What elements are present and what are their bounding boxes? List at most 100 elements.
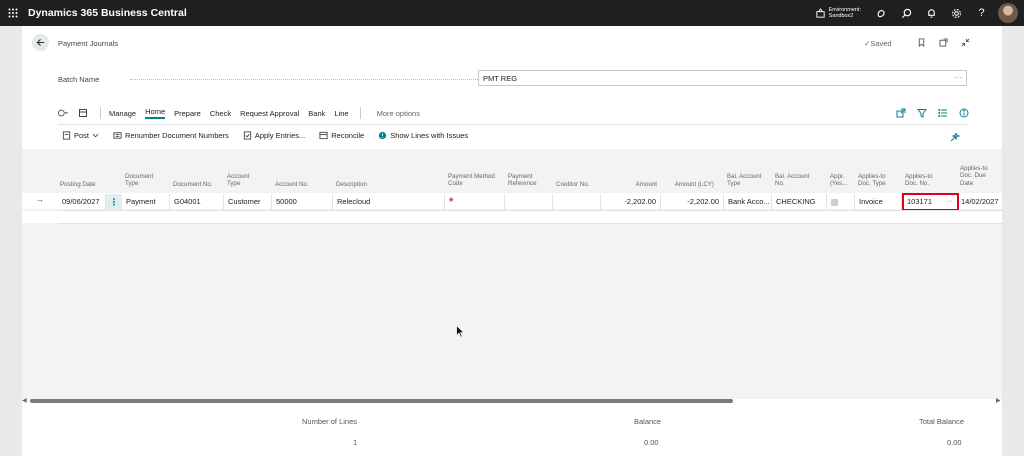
cell-applies-to-doc-type[interactable]: Invoice bbox=[855, 194, 902, 210]
tab-bank[interactable]: Bank bbox=[308, 109, 325, 118]
tab-prepare[interactable]: Prepare bbox=[174, 109, 201, 118]
cell-amount-lcy[interactable]: -2,202.00 bbox=[661, 194, 724, 210]
balance-value: 0.00 bbox=[644, 438, 659, 447]
total-balance-value: 0.00 bbox=[947, 438, 962, 447]
renumber-document-numbers-button[interactable]: Renumber Document Numbers bbox=[113, 131, 229, 140]
app-bar: Dynamics 365 Business Central Environmen… bbox=[0, 0, 1024, 26]
col-applies-to-due-date[interactable]: Applies-to Doc. Due Date bbox=[960, 165, 988, 187]
batch-name-field[interactable]: PMT REG ··· bbox=[478, 70, 967, 86]
col-approved[interactable]: Appr. (Yes... bbox=[830, 173, 847, 188]
col-applies-to-doc-no[interactable]: Applies-to Doc. No. bbox=[905, 173, 933, 188]
col-posting-date[interactable]: Posting Date bbox=[60, 181, 95, 188]
col-bal-account-type[interactable]: Bal. Account Type bbox=[727, 173, 761, 188]
cell-approved[interactable] bbox=[827, 194, 855, 210]
balance-label: Balance bbox=[634, 417, 662, 426]
tab-request-approval[interactable]: Request Approval bbox=[240, 109, 299, 118]
help-icon[interactable]: ? bbox=[969, 0, 994, 26]
approved-checkbox[interactable] bbox=[831, 198, 838, 206]
more-options-button[interactable]: More options bbox=[377, 109, 420, 118]
tab-manage[interactable]: Manage bbox=[109, 109, 136, 118]
environment-icon bbox=[815, 7, 825, 18]
cell-account-no[interactable]: 50000 bbox=[272, 194, 333, 210]
gear-icon[interactable] bbox=[944, 0, 969, 26]
col-document-type[interactable]: Document Type bbox=[125, 173, 153, 188]
search-icon[interactable] bbox=[894, 0, 919, 26]
number-of-lines-value: 1 bbox=[353, 438, 358, 447]
col-amount-lcy[interactable]: Amount (LCY) bbox=[668, 181, 714, 188]
tab-line[interactable]: Line bbox=[334, 109, 348, 118]
cell-account-type[interactable]: Customer bbox=[224, 194, 272, 210]
col-creditor-no[interactable]: Creditor No. bbox=[556, 181, 589, 188]
app-launcher-icon[interactable] bbox=[0, 0, 26, 26]
open-new-window-icon[interactable] bbox=[932, 35, 954, 49]
post-icon bbox=[62, 130, 71, 140]
action-divider bbox=[58, 124, 968, 125]
list-view-icon[interactable] bbox=[932, 106, 953, 120]
share-icon[interactable] bbox=[890, 106, 911, 120]
reconcile-icon bbox=[319, 131, 328, 139]
tab-check[interactable]: Check bbox=[210, 109, 231, 118]
cell-payment-method-code[interactable]: * bbox=[445, 194, 505, 210]
page-title: Payment Journals bbox=[58, 39, 119, 48]
info-icon[interactable] bbox=[953, 106, 974, 120]
col-bal-account-no[interactable]: Bal. Account No. bbox=[775, 173, 809, 188]
col-document-no[interactable]: Document No. bbox=[173, 181, 213, 188]
personalize-icon[interactable] bbox=[950, 129, 961, 147]
apply-entries-icon bbox=[243, 130, 251, 140]
filter-icon[interactable] bbox=[911, 106, 932, 120]
col-payment-reference[interactable]: Payment Reference bbox=[508, 173, 537, 188]
environment-indicator[interactable]: Environment: Sandbox2 bbox=[815, 7, 861, 20]
lookup-ellipsis-icon[interactable]: ··· bbox=[954, 73, 962, 82]
cell-description[interactable]: Relecloud bbox=[333, 194, 445, 210]
saved-status: ✓Saved bbox=[864, 39, 892, 48]
cell-bal-account-type[interactable]: Bank Acco... bbox=[724, 194, 772, 210]
total-balance-label: Total Balance bbox=[919, 417, 965, 426]
edit-list-icon[interactable] bbox=[78, 108, 88, 118]
post-label: Post bbox=[74, 130, 90, 140]
cell-creditor-no[interactable] bbox=[553, 194, 601, 210]
col-description[interactable]: Description bbox=[336, 181, 367, 188]
col-amount[interactable]: Amount bbox=[614, 181, 657, 188]
action-separator bbox=[100, 107, 101, 119]
col-account-type[interactable]: Account Type bbox=[227, 173, 249, 188]
renumber-label: Renumber Document Numbers bbox=[125, 130, 229, 140]
cell-posting-date[interactable]: 09/06/2027 bbox=[58, 194, 106, 210]
copilot-suggest-icon[interactable] bbox=[58, 108, 68, 118]
show-lines-with-issues-button[interactable]: Show Lines with Issues bbox=[378, 131, 468, 140]
scroll-left-icon[interactable]: ◀ bbox=[22, 397, 27, 404]
action-separator bbox=[359, 107, 361, 119]
cell-payment-reference[interactable] bbox=[505, 194, 553, 210]
environment-name: Sandbox2 bbox=[828, 13, 854, 19]
post-button[interactable]: Post bbox=[62, 131, 99, 140]
bell-icon[interactable] bbox=[919, 0, 944, 26]
applies-to-doc-no-input[interactable]: 103171 ··· bbox=[902, 193, 959, 211]
bookmark-icon[interactable] bbox=[910, 35, 932, 49]
cell-document-type[interactable]: Payment bbox=[122, 194, 170, 210]
apply-entries-button[interactable]: Apply Entries... bbox=[243, 131, 305, 140]
avatar[interactable] bbox=[998, 3, 1018, 23]
back-button[interactable] bbox=[32, 34, 49, 51]
chevron-down-icon[interactable] bbox=[92, 132, 99, 139]
scrollbar-thumb[interactable] bbox=[30, 399, 733, 403]
row-menu-icon[interactable]: ⋮ bbox=[106, 194, 122, 210]
collapse-icon[interactable] bbox=[954, 35, 976, 49]
col-payment-method-code[interactable]: Payment Method Code bbox=[448, 173, 495, 188]
reconcile-button[interactable]: Reconcile bbox=[319, 131, 364, 140]
cell-bal-account-no[interactable]: CHECKING bbox=[772, 194, 827, 210]
tab-home[interactable]: Home bbox=[145, 107, 166, 119]
arrow-left-icon bbox=[36, 38, 45, 47]
col-applies-to-doc-type[interactable]: Applies-to Doc. Type bbox=[858, 173, 886, 188]
number-of-lines-label: Number of Lines bbox=[302, 417, 358, 426]
table-row-empty[interactable] bbox=[22, 211, 1002, 223]
issues-icon bbox=[379, 131, 387, 139]
copilot-icon[interactable] bbox=[869, 0, 894, 26]
lookup-ellipsis-icon[interactable]: ··· bbox=[946, 195, 953, 209]
col-account-no[interactable]: Account No. bbox=[275, 181, 309, 188]
cell-document-no[interactable]: G04001 bbox=[170, 194, 224, 210]
batch-name-leader bbox=[130, 79, 480, 80]
batch-name-value: PMT REG bbox=[483, 74, 518, 83]
cell-amount[interactable]: -2,202.00 bbox=[601, 194, 661, 210]
scroll-right-icon[interactable]: ▶ bbox=[996, 397, 1001, 404]
cell-applies-to-due-date[interactable]: 14/02/2027 bbox=[957, 194, 1002, 210]
renumber-icon bbox=[113, 131, 122, 139]
